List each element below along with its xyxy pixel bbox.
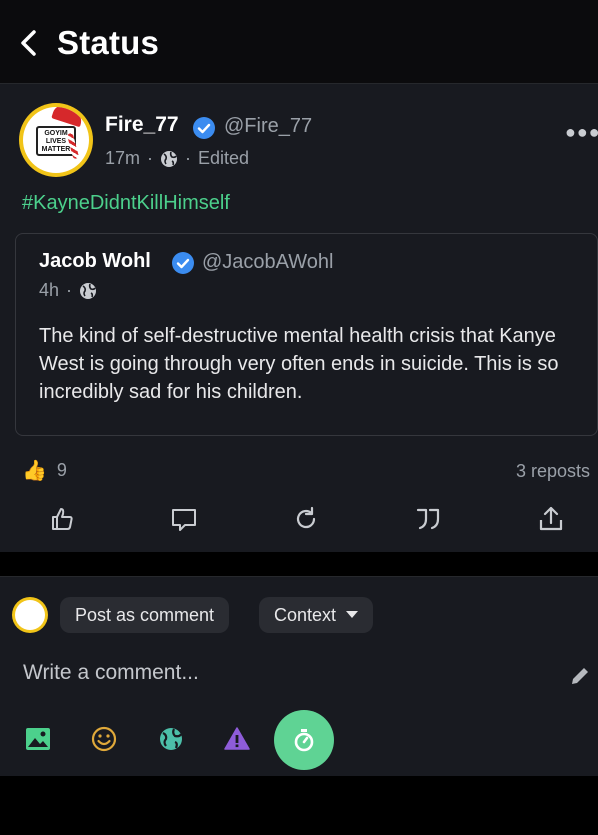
- comment-input[interactable]: Write a comment...: [23, 661, 199, 685]
- thumbs-up-icon[interactable]: [48, 505, 76, 533]
- globe-icon: [80, 282, 97, 299]
- page-title: Status: [57, 24, 160, 61]
- avatar[interactable]: [12, 597, 48, 633]
- timer-button[interactable]: [274, 710, 334, 770]
- verified-badge-icon: [172, 252, 194, 274]
- author-handle[interactable]: @Fire_77: [224, 115, 312, 138]
- avatar[interactable]: GOYIM LIVES MATTER: [19, 103, 93, 177]
- section-divider: [0, 552, 598, 576]
- header-bar: Status: [0, 0, 598, 84]
- action-bar: [0, 505, 598, 537]
- repost-icon[interactable]: [292, 505, 320, 533]
- globe-icon[interactable]: [157, 725, 185, 753]
- post-meta: 17m · · Edited: [105, 148, 250, 169]
- thumbs-up-emoji: 👍: [22, 460, 47, 482]
- warning-icon[interactable]: [223, 725, 251, 753]
- quote-author-handle[interactable]: @JacobAWohl: [202, 251, 333, 274]
- repost-count[interactable]: 3 reposts: [516, 461, 590, 482]
- image-icon[interactable]: [24, 725, 52, 753]
- pencil-icon[interactable]: [569, 665, 591, 687]
- quote-icon[interactable]: [414, 505, 442, 533]
- timer-icon: [294, 729, 314, 752]
- quote-author-name[interactable]: Jacob Wohl: [39, 250, 151, 273]
- quote-time: 4h: [39, 280, 60, 300]
- emoji-icon[interactable]: [90, 725, 118, 753]
- post-time[interactable]: 17m: [105, 148, 140, 169]
- comment-composer: Post as comment Context Write a comment.…: [0, 576, 598, 776]
- post-as-comment-button[interactable]: Post as comment: [60, 597, 230, 633]
- globe-icon: [161, 150, 178, 167]
- like-count: 9: [56, 460, 67, 480]
- quote-text: The kind of self-destructive mental heal…: [39, 325, 559, 403]
- verified-badge-icon: [193, 117, 215, 139]
- share-icon[interactable]: [537, 505, 565, 533]
- context-dropdown[interactable]: Context: [259, 597, 374, 633]
- likes-summary[interactable]: 👍 9: [22, 458, 67, 483]
- hashtag-link[interactable]: #KayneDidntKillHimself: [22, 192, 230, 215]
- quoted-post[interactable]: Jacob Wohl @JacobAWohl 4h · The kind of …: [15, 233, 598, 436]
- quote-meta: 4h ·: [39, 280, 97, 301]
- author-name[interactable]: Fire_77: [105, 113, 179, 137]
- more-icon[interactable]: ●●●: [565, 122, 598, 143]
- caret-down-icon: [346, 610, 359, 618]
- edited-label[interactable]: Edited: [198, 148, 249, 169]
- chevron-left-icon[interactable]: [16, 28, 42, 58]
- comment-icon[interactable]: [170, 505, 198, 533]
- footer-area: [0, 776, 598, 835]
